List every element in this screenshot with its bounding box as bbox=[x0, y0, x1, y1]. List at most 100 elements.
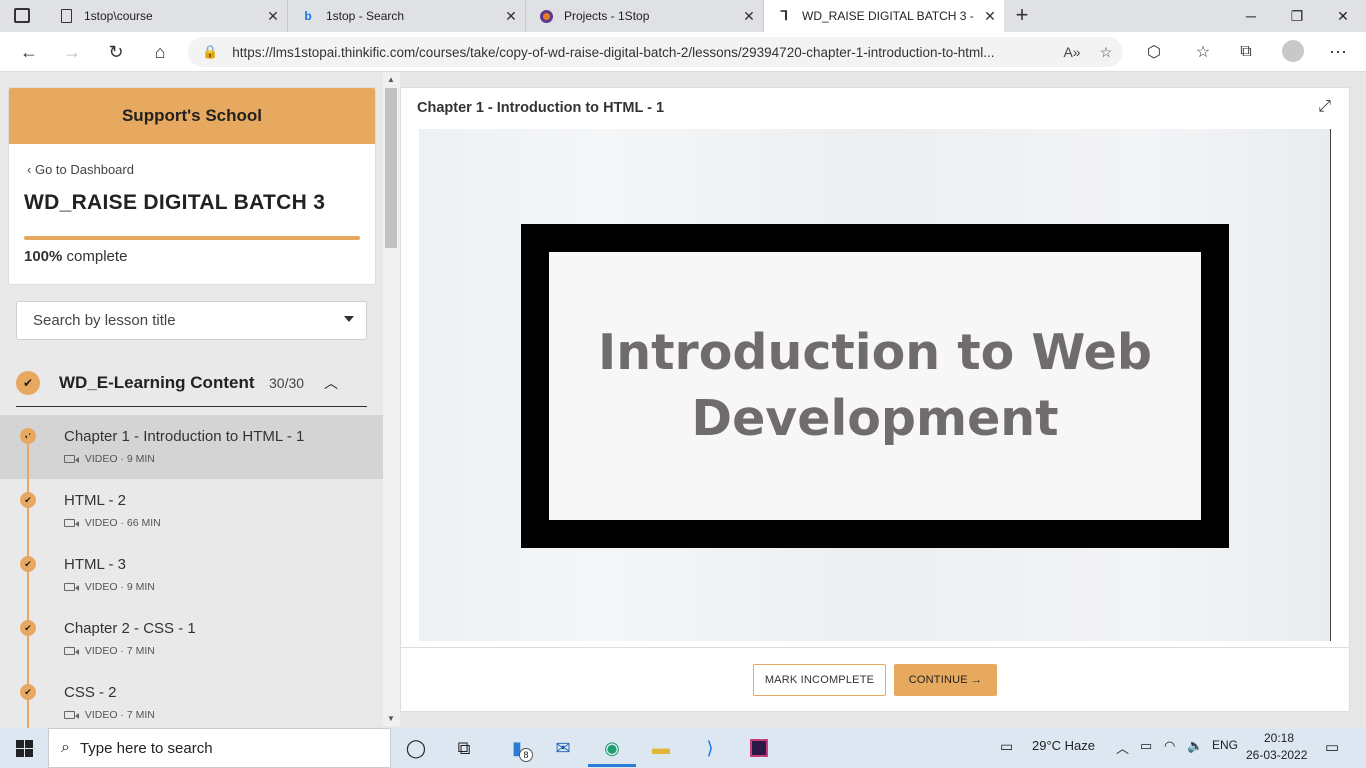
taskbar-search[interactable]: ⌕ Type here to search bbox=[48, 728, 391, 768]
lesson-title: HTML - 3 bbox=[64, 556, 126, 573]
lesson-title: Chapter 1 - Introduction to HTML - 1 bbox=[64, 428, 305, 445]
volume-icon[interactable]: 🔈 bbox=[1187, 738, 1203, 754]
check-icon: ✔ bbox=[20, 556, 36, 572]
mark-incomplete-button[interactable]: MARK INCOMPLETE bbox=[753, 664, 886, 696]
check-icon: ✔ bbox=[20, 684, 36, 700]
profile-avatar[interactable] bbox=[1282, 40, 1304, 62]
file-explorer-icon[interactable]: ▬ bbox=[647, 734, 675, 762]
language-indicator[interactable]: ENG bbox=[1212, 738, 1238, 752]
cortana-icon[interactable]: ◯ bbox=[402, 734, 430, 762]
scroll-down-arrow-icon[interactable]: ▼ bbox=[387, 714, 395, 723]
slide-title-box: Introduction to Web Development bbox=[549, 252, 1201, 520]
lesson-heading: Chapter 1 - Introduction to HTML - 1 bbox=[417, 100, 665, 116]
notifications-icon[interactable]: ▭ bbox=[1325, 738, 1339, 756]
scroll-up-arrow-icon[interactable]: ▲ bbox=[387, 75, 395, 84]
video-icon bbox=[64, 711, 79, 719]
lesson-title: Chapter 2 - CSS - 1 bbox=[64, 620, 196, 637]
chevron-up-icon[interactable]: ︿ bbox=[324, 373, 338, 393]
favorites-icon[interactable]: ☆ bbox=[1188, 37, 1218, 67]
restore-button[interactable]: ❐ bbox=[1274, 0, 1320, 32]
projects-icon bbox=[538, 8, 554, 24]
clock-time[interactable]: 20:18 bbox=[1264, 731, 1294, 745]
chapter-header[interactable]: ✔ WD_E-Learning Content 30/30 ︿ bbox=[16, 360, 367, 407]
lesson-item-current[interactable]: ✔ Chapter 1 - Introduction to HTML - 1 V… bbox=[0, 415, 383, 479]
close-tab-icon[interactable]: ✕ bbox=[497, 8, 525, 25]
close-tab-icon[interactable]: ✕ bbox=[259, 8, 287, 25]
page-icon bbox=[58, 8, 74, 24]
mail-icon[interactable]: ✉ bbox=[549, 734, 577, 762]
browser-tab-1[interactable]: 1stop\course ✕ bbox=[46, 0, 288, 32]
refresh-icon[interactable]: ↻ bbox=[101, 37, 131, 67]
go-to-dashboard-link[interactable]: ‹ Go to Dashboard bbox=[27, 162, 134, 177]
taskbar-search-placeholder: Type here to search bbox=[79, 739, 213, 757]
lesson-meta: VIDEO · 66 MIN bbox=[64, 517, 161, 529]
minimize-button[interactable]: ─ bbox=[1228, 0, 1274, 32]
read-aloud-icon[interactable]: A» bbox=[1055, 44, 1089, 60]
weather-icon[interactable]: ▭ bbox=[1000, 738, 1013, 755]
forward-icon[interactable]: → bbox=[57, 37, 87, 67]
tab-title: 1stop - Search bbox=[326, 9, 405, 23]
task-view-icon[interactable]: ⧉ bbox=[450, 734, 478, 762]
footer-divider bbox=[400, 647, 1350, 648]
active-app-indicator bbox=[588, 764, 636, 767]
lesson-title: HTML - 2 bbox=[64, 492, 126, 509]
bing-icon: b bbox=[304, 9, 312, 23]
extensions-icon[interactable]: ⬡ bbox=[1139, 37, 1169, 67]
lesson-meta: VIDEO · 9 MIN bbox=[64, 453, 155, 465]
arrow-right-icon: → bbox=[971, 674, 983, 686]
lesson-item[interactable]: ✔ CSS - 2 VIDEO · 7 MIN bbox=[0, 671, 383, 735]
clock-date[interactable]: 26-03-2022 bbox=[1246, 748, 1307, 762]
course-title: WD_RAISE DIGITAL BATCH 3 bbox=[24, 191, 326, 214]
browser-tab-3[interactable]: Projects - 1Stop ✕ bbox=[526, 0, 764, 32]
search-placeholder: Search by lesson title bbox=[33, 312, 176, 329]
continue-button[interactable]: CONTINUE → bbox=[894, 664, 997, 696]
video-icon bbox=[64, 519, 79, 527]
tab-title: WD_RAISE DIGITAL BATCH 3 - Su bbox=[802, 9, 976, 23]
close-tab-icon[interactable]: ✕ bbox=[735, 8, 763, 25]
chevron-left-icon: ‹ bbox=[27, 162, 35, 177]
expand-icon[interactable]: ⤢ bbox=[1318, 98, 1331, 116]
lesson-item[interactable]: ✔ HTML - 3 VIDEO · 9 MIN bbox=[0, 543, 383, 607]
show-hidden-icons[interactable]: ︿ bbox=[1116, 738, 1129, 757]
lesson-title: CSS - 2 bbox=[64, 684, 117, 701]
school-name: Support's School bbox=[9, 88, 375, 144]
lesson-meta: VIDEO · 7 MIN bbox=[64, 709, 155, 721]
video-icon bbox=[64, 583, 79, 591]
lesson-item[interactable]: ✔ HTML - 2 VIDEO · 66 MIN bbox=[0, 479, 383, 543]
close-tab-icon[interactable]: ✕ bbox=[976, 8, 1004, 25]
notification-badge: 8 bbox=[519, 748, 533, 762]
browser-tab-4-active[interactable]: ᒣ WD_RAISE DIGITAL BATCH 3 - Su ✕ bbox=[764, 0, 1004, 32]
caret-down-icon bbox=[344, 316, 354, 322]
tab-actions-icon[interactable] bbox=[14, 8, 30, 23]
weather-text[interactable]: 29°C Haze bbox=[1032, 738, 1095, 753]
new-tab-button[interactable]: + bbox=[1010, 2, 1034, 30]
search-icon: ⌕ bbox=[61, 739, 70, 756]
close-window-button[interactable]: ✕ bbox=[1320, 0, 1366, 32]
check-icon: ✔ bbox=[20, 492, 36, 508]
lock-icon: 🔒 bbox=[202, 44, 219, 59]
more-icon[interactable]: ⋯ bbox=[1323, 37, 1353, 67]
url-text: https://lms1stopai.thinkific.com/courses… bbox=[232, 44, 995, 60]
lesson-search-dropdown[interactable]: Search by lesson title bbox=[16, 301, 367, 340]
collections-icon[interactable]: ⧉ bbox=[1231, 37, 1261, 67]
edge-icon[interactable]: ◉ bbox=[598, 734, 626, 762]
browser-tab-2[interactable]: b 1stop - Search ✕ bbox=[288, 0, 526, 32]
slide-title: Introduction to Web Development bbox=[598, 324, 1152, 447]
windows-start-icon[interactable] bbox=[16, 740, 33, 757]
video-icon bbox=[64, 647, 79, 655]
back-icon[interactable]: ← bbox=[14, 37, 44, 67]
address-bar[interactable]: 🔒 https://lms1stopai.thinkific.com/cours… bbox=[188, 37, 1123, 67]
lesson-meta: VIDEO · 9 MIN bbox=[64, 581, 155, 593]
battery-icon[interactable]: ▭ bbox=[1140, 738, 1152, 754]
wifi-icon[interactable]: ◠ bbox=[1164, 738, 1175, 754]
sidebar-scroll-thumb[interactable] bbox=[385, 88, 397, 248]
home-icon[interactable]: ⌂ bbox=[145, 37, 175, 67]
lesson-item[interactable]: ✔ Chapter 2 - CSS - 1 VIDEO · 7 MIN bbox=[0, 607, 383, 671]
add-favorite-icon[interactable]: ☆ bbox=[1089, 44, 1123, 61]
lesson-meta: VIDEO · 7 MIN bbox=[64, 645, 155, 657]
vscode-icon[interactable]: ⟩ bbox=[696, 734, 724, 762]
jetbrains-icon[interactable] bbox=[745, 734, 773, 762]
thinkific-icon: ᒣ bbox=[780, 8, 788, 23]
course-card: Support's School ‹ Go to Dashboard WD_RA… bbox=[8, 87, 376, 285]
chapter-count: 30/30 bbox=[269, 375, 305, 391]
